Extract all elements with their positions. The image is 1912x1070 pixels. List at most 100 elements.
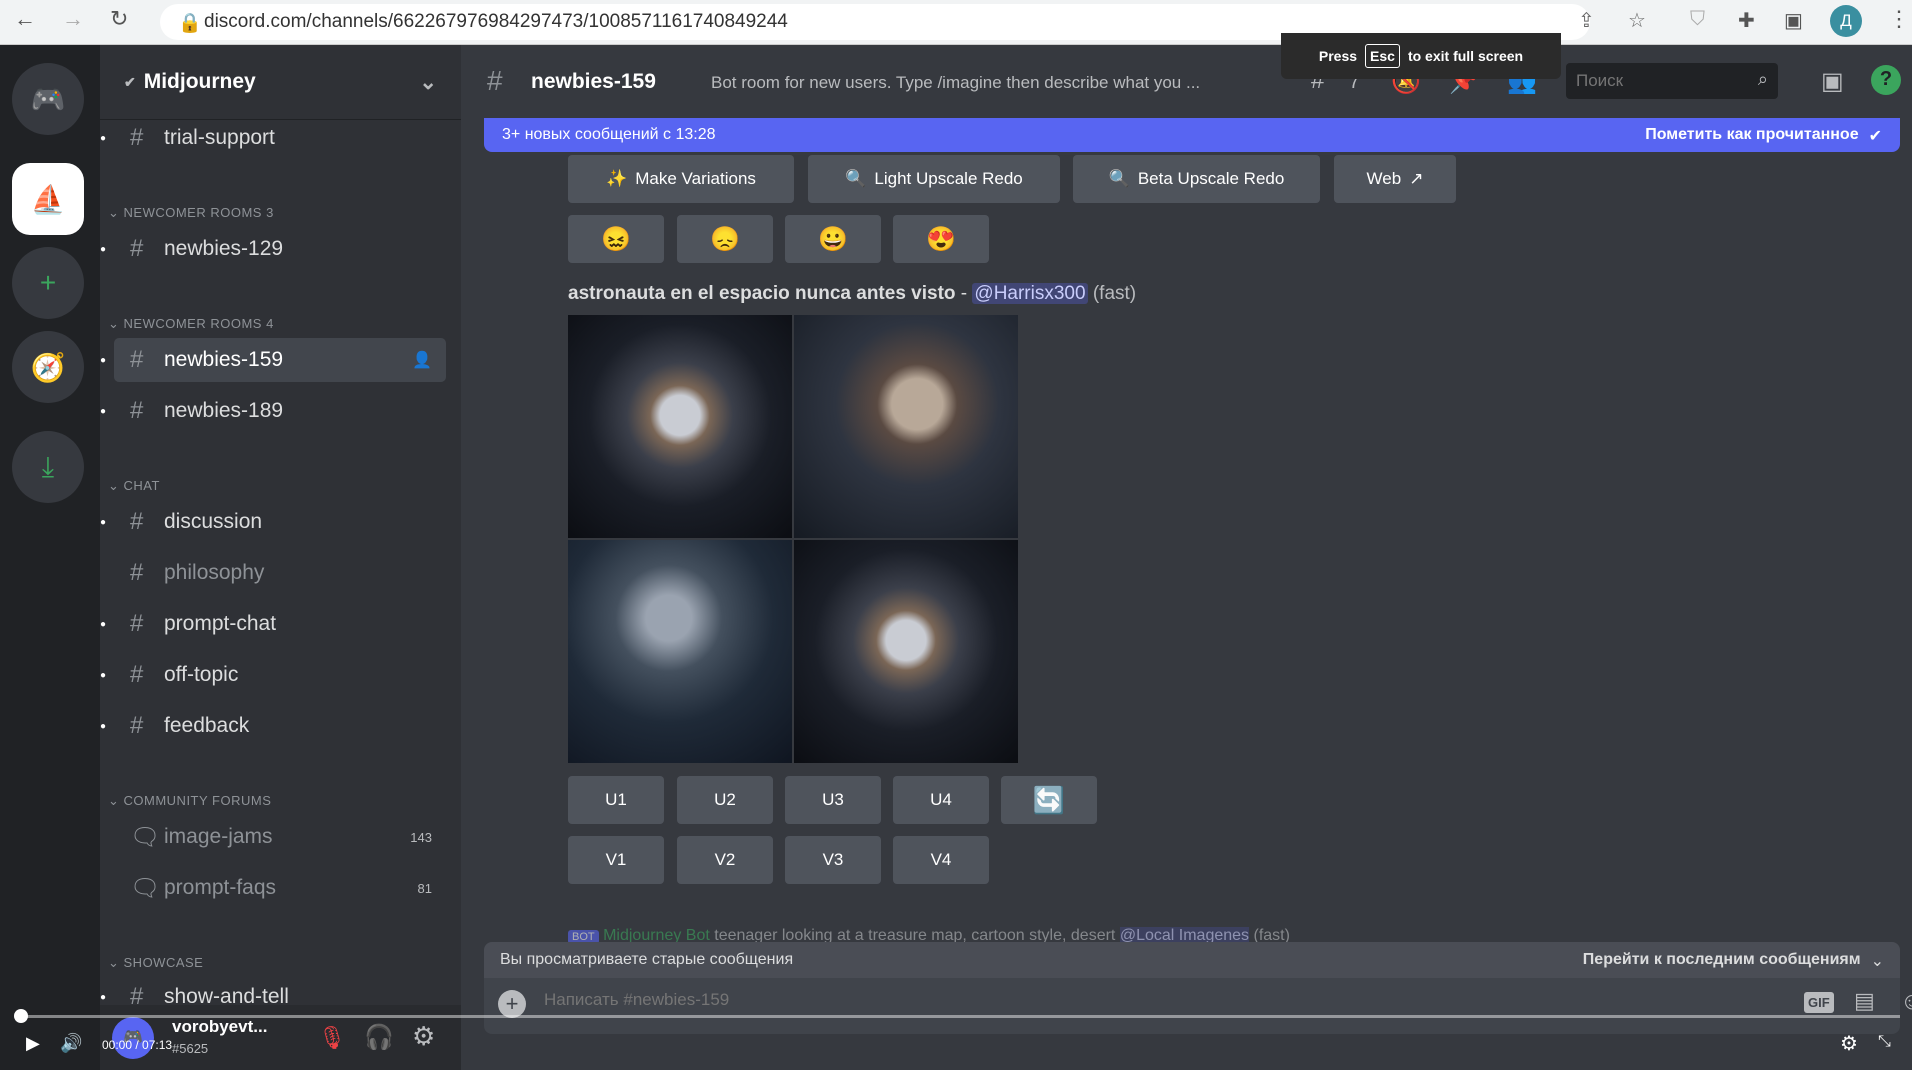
upscale-2-button[interactable]: U2 (677, 776, 773, 824)
channel-header: # newbies-159 Bot room for new users. Ty… (461, 45, 1912, 120)
hash-icon: # (130, 346, 144, 373)
search-input[interactable] (1566, 63, 1736, 99)
sidebar-item-off-topic[interactable]: ● # off-topic (100, 653, 446, 697)
discord-home-icon[interactable]: 🎮 (12, 63, 84, 135)
toast-key: Esc (1365, 44, 1400, 68)
generated-image[interactable] (568, 315, 792, 538)
share-icon[interactable]: ⇪ (1578, 8, 1595, 33)
sidebar-item-trial-support[interactable]: ● # trial-support (100, 116, 446, 160)
variation-4-button[interactable]: V4 (893, 836, 989, 884)
jump-to-present-button[interactable]: Перейти к последним сообщениям (1583, 951, 1861, 969)
explore-icon[interactable]: 🧭 (12, 331, 84, 403)
exit-fullscreen-icon[interactable]: ⤡ (1878, 1033, 1891, 1051)
volume-icon[interactable]: 🔊 (60, 1033, 82, 1054)
sidebar-item-feedback[interactable]: ● # feedback (100, 704, 446, 748)
chat-area: # newbies-159 Bot room for new users. Ty… (461, 33, 1912, 1070)
button-label: Beta Upscale Redo (1137, 169, 1285, 188)
channel-label: newbies-159 (164, 348, 284, 371)
sidebar-item-prompt-chat[interactable]: ● # prompt-chat (100, 602, 446, 646)
invite-icon[interactable]: 👤 (412, 350, 432, 370)
reaction-button[interactable]: 😖 (568, 215, 664, 263)
upscale-3-button[interactable]: U3 (785, 776, 881, 824)
hash-icon: # (130, 397, 144, 424)
extensions-icon[interactable]: ✚ (1738, 8, 1755, 33)
beta-upscale-redo-button[interactable]: 🔍 Beta Upscale Redo (1073, 155, 1320, 203)
channel-label: off-topic (164, 663, 239, 686)
chevron-icon: ⌄ (108, 205, 124, 220)
sidepanel-icon[interactable]: ▣ (1784, 8, 1803, 33)
generated-image[interactable] (568, 540, 792, 763)
server-name: Midjourney (143, 70, 256, 93)
server-header[interactable]: ✔ Midjourney ⌄ (100, 45, 461, 120)
forward-icon[interactable]: → (62, 6, 84, 32)
sidebar-item-philosophy[interactable]: # philosophy (114, 551, 446, 595)
toast-press: Press (1318, 48, 1358, 64)
add-server-icon[interactable]: + (12, 247, 84, 319)
category-community-forums[interactable]: ⌄ COMMUNITY FORUMS (108, 793, 271, 809)
sidebar-item-discussion[interactable]: ● # discussion (100, 500, 446, 544)
variation-2-button[interactable]: V2 (677, 836, 773, 884)
mark-read-button[interactable]: Пометить как прочитанное (1645, 126, 1858, 144)
channel-topic[interactable]: Bot room for new users. Type /imagine th… (711, 73, 1271, 93)
video-player-controls: ▶ 🔊 00:00 / 07:13 ⚙ ⤡ (0, 1005, 1912, 1070)
verified-icon: ✔ (124, 73, 136, 90)
profile-avatar[interactable]: Д (1830, 5, 1862, 37)
category-chat[interactable]: ⌄ CHAT (108, 478, 160, 494)
video-progress-bar[interactable] (20, 1015, 1900, 1018)
upscale-1-button[interactable]: U1 (568, 776, 664, 824)
help-icon[interactable]: ? (1871, 65, 1901, 95)
reaction-button[interactable]: 😞 (677, 215, 773, 263)
chevron-down-icon: ⌄ (1870, 953, 1884, 970)
menu-icon[interactable]: ⋮ (1888, 6, 1910, 32)
reroll-button[interactable]: 🔄 (1001, 776, 1097, 824)
user-mention[interactable]: @Harrisx300 (972, 283, 1088, 304)
generated-image[interactable] (794, 540, 1018, 763)
make-variations-button[interactable]: ✨ Make Variations (568, 155, 794, 203)
shield-icon[interactable]: ⛉ (1690, 8, 1705, 31)
hash-icon: # (130, 610, 144, 637)
hash-icon: # (130, 235, 144, 262)
web-button[interactable]: Web ↗ (1334, 155, 1456, 203)
channel-label: discussion (164, 510, 263, 533)
download-icon[interactable]: ⤓ (12, 431, 84, 503)
sidebar-item-image-jams[interactable]: 🗨 image-jams 143 (114, 815, 446, 859)
star-icon[interactable]: ☆ (1628, 8, 1646, 33)
hash-icon: # (130, 124, 144, 151)
sidebar-item-newbies-159[interactable]: ● # newbies-159 👤 (100, 338, 446, 382)
reload-icon[interactable]: ↻ (110, 6, 128, 32)
generated-image[interactable] (794, 315, 1018, 538)
reaction-button[interactable]: 😀 (785, 215, 881, 263)
category-newcomer-rooms-4[interactable]: ⌄ NEWCOMER ROOMS 4 (108, 316, 274, 332)
variation-3-button[interactable]: V3 (785, 836, 881, 884)
category-newcomer-rooms-3[interactable]: ⌄ NEWCOMER ROOMS 3 (108, 205, 274, 221)
sidebar-item-newbies-189[interactable]: ● # newbies-189 (100, 389, 446, 433)
chevron-icon: ⌄ (108, 316, 124, 331)
button-label: Light Upscale Redo (874, 169, 1023, 188)
category-showcase[interactable]: ⌄ SHOWCASE (108, 955, 203, 971)
light-upscale-redo-button[interactable]: 🔍 Light Upscale Redo (808, 155, 1060, 203)
external-link-icon: ↗ (1409, 169, 1424, 188)
thread-channel-icon: # (487, 65, 503, 96)
inbox-icon[interactable]: ▣ (1821, 67, 1844, 96)
video-settings-icon[interactable]: ⚙ (1840, 1031, 1858, 1056)
channel-label: trial-support (164, 126, 275, 149)
sidebar-item-prompt-faqs[interactable]: 🗨 prompt-faqs 81 (114, 866, 446, 910)
upscale-4-button[interactable]: U4 (893, 776, 989, 824)
progress-handle[interactable] (14, 1009, 28, 1023)
toast-text: to exit full screen (1407, 48, 1524, 64)
image-grid[interactable] (568, 315, 1018, 763)
unread-dot: ● (100, 354, 107, 366)
variation-1-button[interactable]: V1 (568, 836, 664, 884)
sparkles-icon: ✨ (606, 169, 628, 188)
sidebar-item-newbies-129[interactable]: ● # newbies-129 (100, 227, 446, 271)
back-icon[interactable]: ← (14, 6, 36, 32)
url-text: discord.com/channels/662267976984297473/… (204, 11, 788, 32)
magnifier-icon: 🔍 (845, 169, 867, 188)
channel-label: philosophy (164, 561, 265, 584)
play-icon[interactable]: ▶ (26, 1033, 40, 1054)
search-box[interactable]: ⌕ (1566, 63, 1778, 99)
midjourney-server-icon[interactable]: ⛵ (12, 163, 84, 235)
reaction-button[interactable]: 😍 (893, 215, 989, 263)
new-messages-bar[interactable]: 3+ новых сообщений с 13:28 Пометить как … (484, 118, 1900, 152)
forum-count: 143 (410, 829, 432, 845)
